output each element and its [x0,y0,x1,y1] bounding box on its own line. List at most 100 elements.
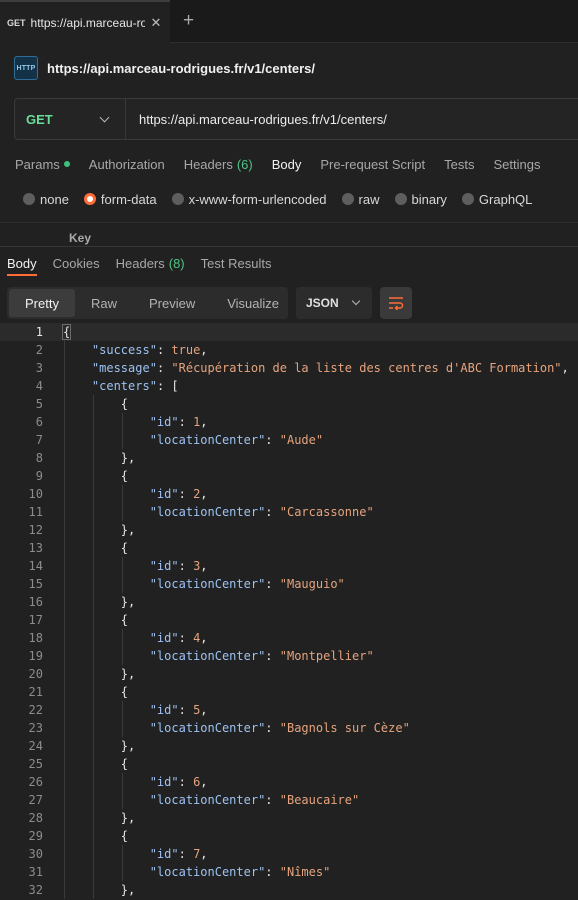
line-number: 24 [28,739,43,753]
code-line: 29 { [0,827,578,845]
response-tab-test-results[interactable]: Test Results [201,256,272,271]
radio-graphql[interactable]: GraphQL [461,192,532,207]
radio-raw[interactable]: raw [341,192,380,207]
tab-label: Params [15,156,60,172]
view-pretty-button[interactable]: Pretty [9,289,75,317]
line-number: 6 [35,415,43,429]
code-text: "id": 7, [63,845,208,863]
token-punctuation: , [200,703,208,717]
request-tab[interactable]: GET https://api.marceau-rodrigues.fr/v1/… [0,0,170,44]
wrap-lines-icon [389,297,404,310]
request-title[interactable]: https://api.marceau-rodrigues.fr/v1/cent… [47,61,315,76]
code-text: "locationCenter": "Mauguio" [63,575,345,593]
radio-label: none [40,191,69,207]
tab-authorization[interactable]: Authorization [89,157,165,172]
token-punctuation: : [265,649,280,663]
token-punctuation: : [265,721,280,735]
line-number: 20 [28,667,43,681]
request-tabs: Params Authorization Headers (6) Body Pre… [15,154,559,174]
format-select[interactable]: JSON [296,287,372,319]
token-punctuation: }, [63,667,136,681]
token-punctuation: : [156,343,172,357]
tab-tests[interactable]: Tests [444,157,474,172]
tab-headers[interactable]: Headers (6) [184,157,253,172]
token-punctuation: : [265,793,280,807]
code-text: "success": true, [63,341,208,359]
line-number: 2 [35,343,43,357]
view-visualize-button[interactable]: Visualize [211,289,295,317]
response-tab-cookies[interactable]: Cookies [53,256,100,271]
tab-label: Authorization [88,156,165,172]
code-line: 11 "locationCenter": "Carcassonne" [0,503,578,521]
token-punctuation: { [63,685,129,699]
http-icon: HTTP [14,56,38,80]
radio-binary[interactable]: binary [394,192,447,207]
tab-pre-request-script[interactable]: Pre-request Script [320,157,425,172]
token-punctuation: }, [63,883,136,897]
method-select[interactable]: GET [15,99,126,139]
tab-bar: GET https://api.marceau-rodrigues.fr/v1/… [0,0,578,44]
code-text: "locationCenter": "Aude" [63,431,323,449]
token-key: "locationCenter" [149,433,266,447]
token-punctuation: : [265,865,280,879]
method-value: GET [26,111,53,127]
token-punctuation [63,631,150,645]
token-string: "Carcassonne" [279,505,374,519]
line-number: 15 [28,577,43,591]
close-icon[interactable]: ✕ [151,15,162,31]
line-number: 7 [35,433,43,447]
token-punctuation: : [178,847,194,861]
line-number: 26 [28,775,43,789]
radio-form-data[interactable]: form-data [83,192,157,207]
line-number: 27 [28,793,43,807]
line-number: 3 [35,361,43,375]
token-punctuation [63,865,150,879]
view-preview-button[interactable]: Preview [133,289,211,317]
line-number: 8 [35,451,43,465]
token-punctuation: : [265,433,280,447]
token-key: "id" [149,703,179,717]
token-key: "centers" [91,379,157,393]
line-number: 17 [28,613,43,627]
line-number: 29 [28,829,43,843]
token-key: "id" [149,631,179,645]
token-punctuation: { [61,324,72,340]
response-code-editor[interactable]: 1{2 "success": true, 3 "message": "Récupé… [0,323,578,900]
view-raw-button[interactable]: Raw [75,289,133,317]
line-number: 22 [28,703,43,717]
token-punctuation: }, [63,739,136,753]
radio-x-www-form-urlencoded[interactable]: x-www-form-urlencoded [171,192,327,207]
token-key: "id" [149,415,179,429]
radio-circle-selected [83,193,96,205]
code-text: "locationCenter": "Bagnols sur Cèze" [63,719,410,737]
response-tab-body[interactable]: Body [7,256,37,271]
code-text: }, [63,665,135,683]
url-bar: GET https://api.marceau-rodrigues.fr/v1/… [14,98,578,140]
code-text: "locationCenter": "Nîmes" [63,863,331,881]
radio-none[interactable]: none [23,192,69,207]
token-punctuation: : [178,631,194,645]
token-punctuation [63,577,150,591]
url-input[interactable]: https://api.marceau-rodrigues.fr/v1/cent… [139,112,387,127]
code-text: }, [63,521,135,539]
token-key: "locationCenter" [149,865,266,879]
code-line: 31 "locationCenter": "Nîmes" [0,863,578,881]
token-key: "id" [149,487,179,501]
code-line: 6 "id": 1, [0,413,578,431]
tab-settings[interactable]: Settings [493,157,540,172]
wrap-lines-button[interactable] [380,287,412,319]
form-data-table-header: Key [0,222,578,246]
plus-icon[interactable]: + [183,10,194,32]
token-key: "locationCenter" [149,577,266,591]
token-punctuation: { [63,397,129,411]
token-punctuation [63,487,150,501]
token-punctuation: { [63,829,129,843]
radio-circle [461,193,474,205]
token-punctuation: , [200,343,208,357]
code-text: "locationCenter": "Carcassonne" [63,503,374,521]
tab-params[interactable]: Params [15,157,70,172]
response-tab-headers[interactable]: Headers (8) [116,256,185,271]
tab-body[interactable]: Body [272,157,302,172]
token-punctuation: , [200,487,208,501]
code-text: }, [63,593,135,611]
